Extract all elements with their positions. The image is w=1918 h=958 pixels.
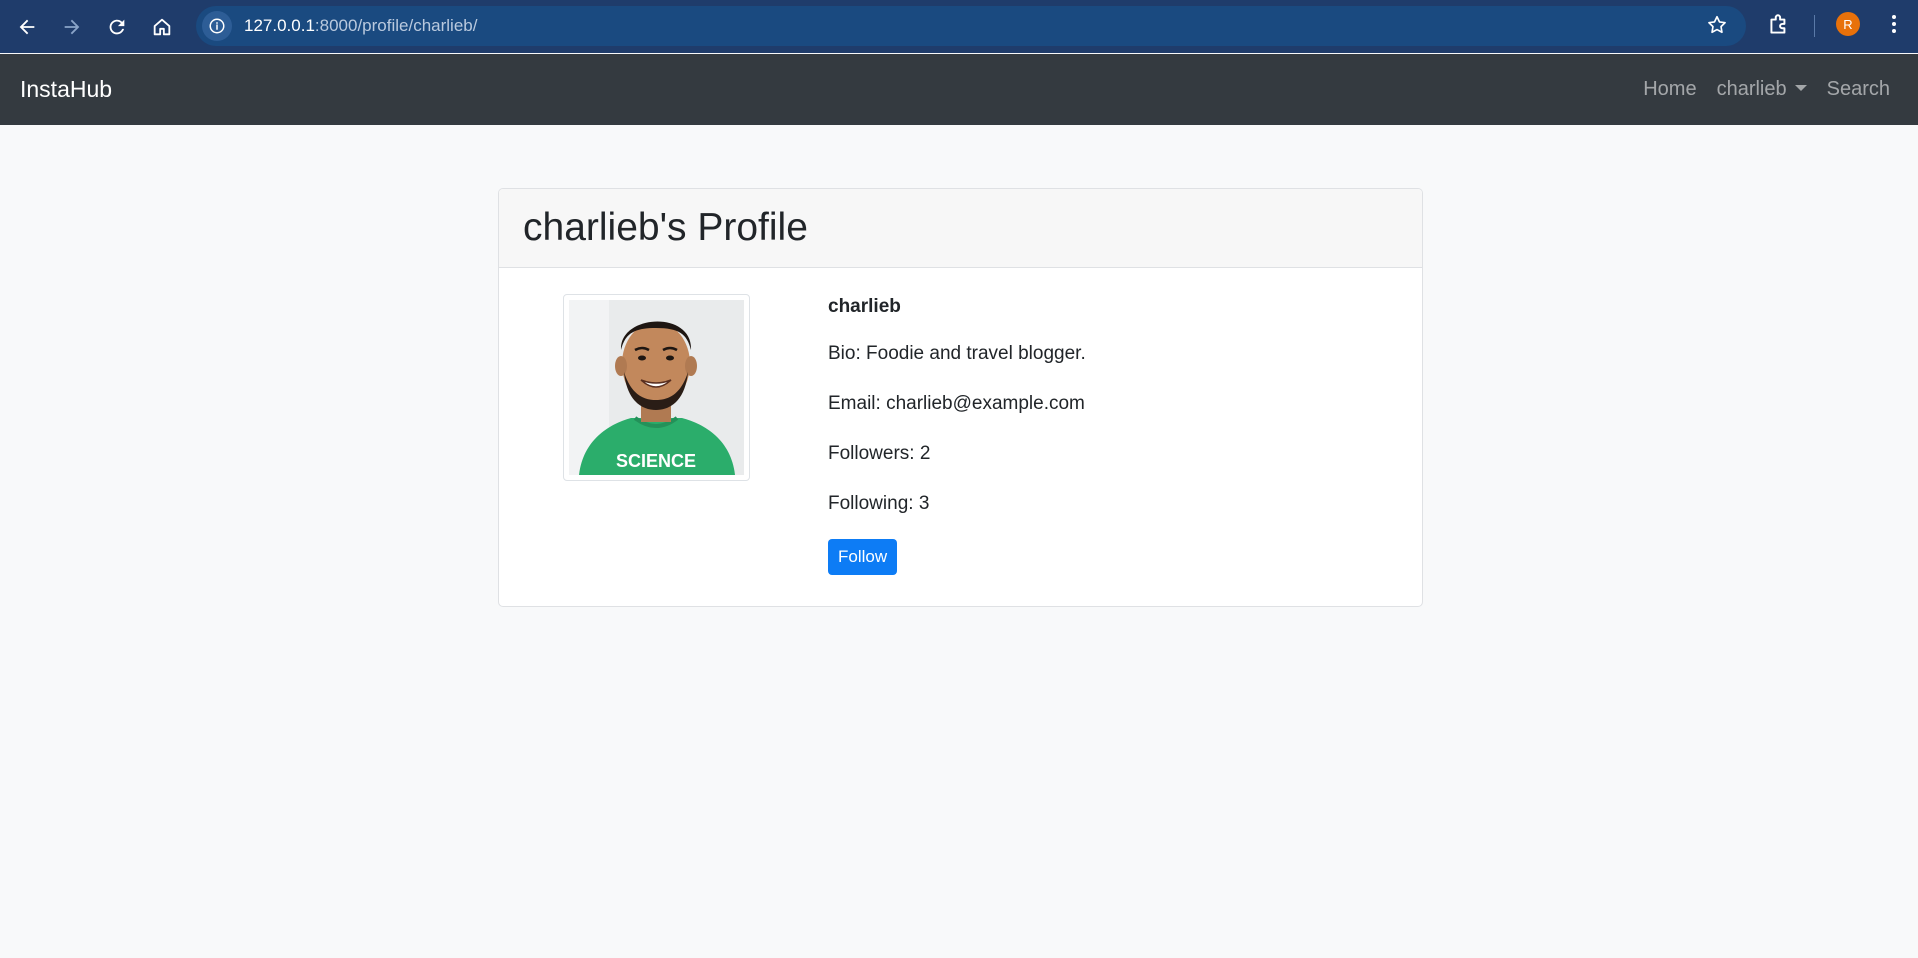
nav-home-link[interactable]: Home: [1643, 78, 1696, 101]
bookmark-star-icon[interactable]: [1706, 14, 1728, 41]
profile-card: charlieb's Profile SCIENCE charlieb Bio:…: [498, 188, 1423, 607]
reload-icon: [109, 19, 125, 34]
extensions-puzzle-icon[interactable]: [1766, 12, 1792, 43]
browser-toolbar: 127.0.0.1:8000/profile/charlieb/ R: [0, 0, 1918, 53]
profile-email: Email: charlieb@example.com: [828, 393, 1085, 414]
profile-photo-image: SCIENCE: [569, 300, 744, 475]
profile-bio: Bio: Foodie and travel blogger.: [828, 343, 1086, 364]
follow-button[interactable]: Follow: [828, 539, 898, 575]
reload-button[interactable]: [95, 0, 139, 53]
profile-username: charlieb: [828, 296, 901, 317]
site-info-icon[interactable]: [202, 11, 232, 41]
followers-count: Followers: 2: [828, 443, 931, 464]
arrow-right-icon: [64, 19, 80, 34]
profile-avatar[interactable]: R: [1836, 12, 1860, 36]
page-title: charlieb's Profile: [523, 206, 808, 249]
nav-links: Home charlieb Search: [1643, 78, 1890, 101]
more-menu-icon[interactable]: [1882, 12, 1906, 41]
caret-down-icon: [1794, 85, 1807, 91]
nav-user-label: charlieb: [1716, 78, 1787, 100]
following-count: Following: 3: [828, 493, 930, 514]
back-button[interactable]: [5, 0, 49, 53]
navbar-brand[interactable]: InstaHub: [20, 76, 112, 103]
toolbar-divider: [1814, 15, 1815, 37]
home-button[interactable]: [140, 0, 184, 53]
card-header: charlieb's Profile: [499, 189, 1422, 268]
url-path: :8000/profile/charlieb/: [314, 16, 478, 35]
profile-info: charlieb Bio: Foodie and travel blogger.…: [828, 296, 1086, 575]
url-text[interactable]: 127.0.0.1:8000/profile/charlieb/: [244, 16, 477, 36]
nav-search-link[interactable]: Search: [1827, 78, 1890, 101]
url-host: 127.0.0.1: [244, 16, 315, 35]
app-navbar: InstaHub Home charlieb Search: [0, 54, 1918, 125]
shirt-text: SCIENCE: [616, 451, 696, 471]
arrow-left-icon: [19, 19, 35, 34]
home-icon: [153, 18, 171, 35]
forward-button[interactable]: [50, 0, 94, 53]
profile-photo: SCIENCE: [563, 294, 750, 481]
nav-user-dropdown[interactable]: charlieb: [1717, 78, 1807, 101]
address-bar[interactable]: 127.0.0.1:8000/profile/charlieb/: [196, 6, 1746, 46]
